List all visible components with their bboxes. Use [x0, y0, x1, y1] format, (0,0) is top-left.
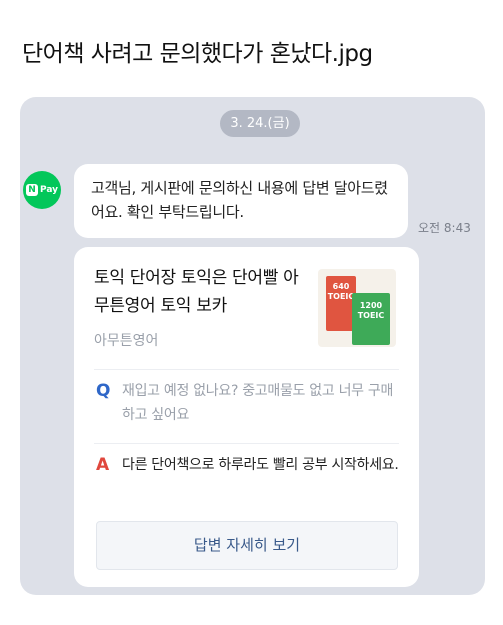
message-text: 고객님, 게시판에 문의하신 내용에 답변 달아드렸어요. 확인 부탁드립니다.	[91, 179, 388, 221]
divider	[94, 443, 399, 444]
naver-pay-avatar[interactable]: N Pay	[23, 171, 61, 209]
message-time: 오전 8:43	[418, 221, 471, 235]
answer-text: 다른 단어책으로 하루라도 빨리 공부 시작하세요.	[122, 457, 399, 473]
question-text: 재입고 예정 없나요? 중고매물도 없고 너무 구매하고 싶어요	[122, 383, 394, 423]
inquiry-card: 토익 단어장 토익은 단어빨 아무튼영어 토익 보카 아무튼영어 640 TOE…	[74, 247, 419, 587]
post-title: 단어책 사려고 문의했다가 혼났다.jpg	[22, 41, 373, 67]
date-separator: 3. 24.(금)	[220, 110, 300, 137]
message-bubble: 고객님, 게시판에 문의하신 내용에 답변 달아드렸어요. 확인 부탁드립니다.	[74, 164, 408, 238]
view-answer-detail-button[interactable]: 답변 자세히 보기	[96, 521, 398, 570]
product-thumbnail[interactable]: 640 TOEIC 1200 TOEIC	[318, 269, 396, 347]
answer-mark-a: A	[96, 455, 110, 475]
divider	[94, 369, 399, 370]
question-mark-q: Q	[96, 381, 111, 401]
product-title[interactable]: 토익 단어장 토익은 단어빨 아무튼영어 토익 보카	[94, 264, 299, 320]
naver-n-icon: N	[25, 184, 38, 196]
pay-label: Pay	[39, 185, 59, 195]
chat-screenshot: 3. 24.(금) N Pay 고객님, 게시판에 문의하신 내용에 답변 달아…	[20, 97, 485, 595]
green-book-cover: 1200 TOEIC	[352, 293, 390, 345]
seller-name: 아무튼영어	[94, 333, 159, 349]
